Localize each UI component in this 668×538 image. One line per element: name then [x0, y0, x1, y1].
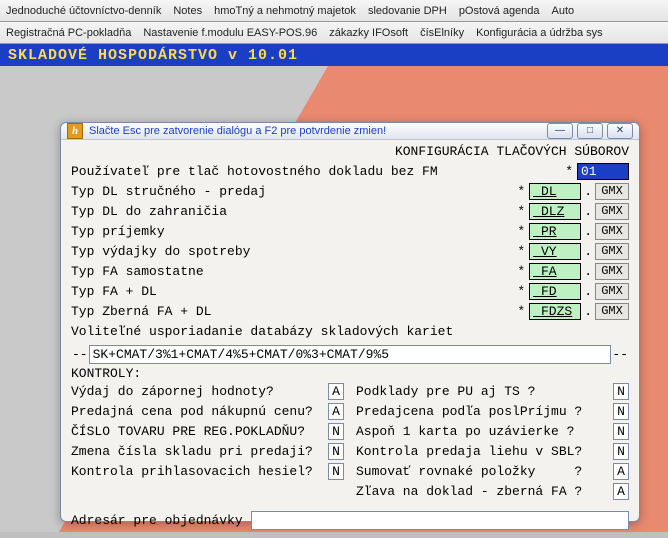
menubar-bottom[interactable]: Registračná PC-pokladňa Nastavenie f.mod…: [0, 22, 668, 44]
controls-right: Podklady pre PU aj TS ?N Predajcena podľ…: [356, 381, 629, 501]
control-a[interactable]: N: [613, 423, 629, 440]
controls-left: Výdaj do zápornej hodnoty?A Predajná cen…: [71, 381, 344, 501]
menu-item[interactable]: Konfigurácia a údržba sys: [470, 27, 609, 39]
value-input[interactable]: _VY: [529, 243, 581, 260]
value-input[interactable]: _DLZ: [529, 203, 581, 220]
app-title: SKLADOVÉ HOSPODÁRSTVO v 10.01: [8, 47, 298, 64]
maximize-button[interactable]: □: [577, 123, 603, 139]
ext-box[interactable]: GMX: [595, 183, 629, 200]
value-input[interactable]: _FA: [529, 263, 581, 280]
row-label: Typ FA samostatne: [71, 264, 513, 279]
config-row: Typ výdajky do spotreby * _VY . GMX: [71, 241, 629, 261]
dialog-body: KONFIGURÁCIA TLAČOVÝCH SÚBOROV Používate…: [61, 140, 639, 538]
value-input[interactable]: 01: [577, 163, 629, 180]
menu-item[interactable]: Notes: [167, 5, 208, 17]
dialog-caption: Slačte Esc pre zatvorenie dialógu a F2 p…: [89, 125, 547, 137]
menu-item[interactable]: hmoTný a nehmotný majetok: [208, 5, 362, 17]
app-titlebar: SKLADOVÉ HOSPODÁRSTVO v 10.01: [0, 44, 668, 66]
value-input[interactable]: _FDZS: [529, 303, 581, 320]
config-row: Typ príjemky * _PR . GMX: [71, 221, 629, 241]
menu-item[interactable]: Jednoduché účtovníctvo-denník: [0, 5, 167, 17]
control-q: Predajcena podľa poslPríjmu ?: [356, 404, 613, 419]
control-a[interactable]: N: [328, 443, 344, 460]
app-icon: h: [67, 123, 83, 139]
control-a[interactable]: A: [613, 463, 629, 480]
menu-item[interactable]: čísElníky: [414, 27, 470, 39]
control-q: Podklady pre PU aj TS ?: [356, 384, 613, 399]
control-q: Kontrola predaja liehu v SBL?: [356, 444, 613, 459]
address-row: Adresár pre objednávky: [71, 511, 629, 530]
menu-item[interactable]: zákazky IFOsoft: [323, 27, 414, 39]
close-button[interactable]: ✕: [607, 123, 633, 139]
control-a[interactable]: A: [328, 403, 344, 420]
ext-box[interactable]: GMX: [595, 283, 629, 300]
control-q: Predajná cena pod nákupnú cenu?: [71, 404, 328, 419]
control-a[interactable]: N: [613, 443, 629, 460]
row-label: Typ príjemky: [71, 224, 513, 239]
config-row: Používateľ pre tlač hotovostného dokladu…: [71, 161, 629, 181]
control-a[interactable]: N: [328, 423, 344, 440]
ext-box[interactable]: GMX: [595, 243, 629, 260]
ext-box[interactable]: GMX: [595, 203, 629, 220]
row-label: Používateľ pre tlač hotovostného dokladu…: [71, 164, 561, 179]
row-label: Typ DL stručného - predaj: [71, 184, 513, 199]
row-label: Typ FA + DL: [71, 284, 513, 299]
controls-header: KONTROLY:: [71, 366, 629, 381]
control-q: Zľava na doklad - zberná FA ?: [356, 484, 613, 499]
minimize-button[interactable]: —: [547, 123, 573, 139]
config-row: Typ DL do zahraničia * _DLZ . GMX: [71, 201, 629, 221]
row-label: Typ DL do zahraničia: [71, 204, 513, 219]
dialog-titlebar[interactable]: h Slačte Esc pre zatvorenie dialógu a F2…: [61, 123, 639, 140]
value-input[interactable]: _PR: [529, 223, 581, 240]
config-dialog: h Slačte Esc pre zatvorenie dialógu a F2…: [60, 122, 640, 522]
control-q: Sumovať rovnaké položky ?: [356, 464, 613, 479]
control-q: Kontrola prihlasovacich hesiel?: [71, 464, 328, 479]
config-row: Typ FA samostatne * _FA . GMX: [71, 261, 629, 281]
menu-item[interactable]: Registračná PC-pokladňa: [0, 27, 137, 39]
value-input[interactable]: _FD: [529, 283, 581, 300]
sort-input-row: -- --: [71, 345, 629, 364]
dash-right: --: [611, 347, 629, 362]
menu-item[interactable]: Nastavenie f.modulu EASY-POS.96: [137, 27, 323, 39]
control-a[interactable]: N: [328, 463, 344, 480]
ext-box[interactable]: GMX: [595, 223, 629, 240]
menu-item[interactable]: Auto: [546, 5, 581, 17]
menu-item[interactable]: pOstová agenda: [453, 5, 546, 17]
control-q: Zmena čísla skladu pri predaji?: [71, 444, 328, 459]
control-q: ČÍSLO TOVARU PRE REG.POKLADŇU?: [71, 424, 328, 439]
address-label: Adresár pre objednávky: [71, 513, 243, 528]
ext-box[interactable]: GMX: [595, 263, 629, 280]
sort-input[interactable]: [89, 345, 612, 364]
control-a[interactable]: N: [613, 383, 629, 400]
address-input[interactable]: [251, 511, 629, 530]
menu-item[interactable]: sledovanie DPH: [362, 5, 453, 17]
control-q: Aspoň 1 karta po uzávierke ?: [356, 424, 613, 439]
config-row: Typ DL stručného - predaj * _DL . GMX: [71, 181, 629, 201]
value-input[interactable]: _DL: [529, 183, 581, 200]
row-label: Typ Zberná FA + DL: [71, 304, 513, 319]
section-header: KONFIGURÁCIA TLAČOVÝCH SÚBOROV: [71, 144, 629, 159]
control-a[interactable]: A: [328, 383, 344, 400]
ext-box[interactable]: GMX: [595, 303, 629, 320]
config-row: Typ Zberná FA + DL * _FDZS . GMX: [71, 301, 629, 321]
menubar-top[interactable]: Jednoduché účtovníctvo-denník Notes hmoT…: [0, 0, 668, 22]
control-a[interactable]: A: [613, 483, 629, 500]
sort-label: Voliteľné usporiadanie databázy skladový…: [71, 324, 629, 339]
dash-left: --: [71, 347, 89, 362]
sort-label-row: Voliteľné usporiadanie databázy skladový…: [71, 321, 629, 341]
config-row: Typ FA + DL * _FD . GMX: [71, 281, 629, 301]
control-q: Výdaj do zápornej hodnoty?: [71, 384, 328, 399]
row-label: Typ výdajky do spotreby: [71, 244, 513, 259]
control-a[interactable]: N: [613, 403, 629, 420]
desktop-area: h Slačte Esc pre zatvorenie dialógu a F2…: [0, 66, 668, 532]
